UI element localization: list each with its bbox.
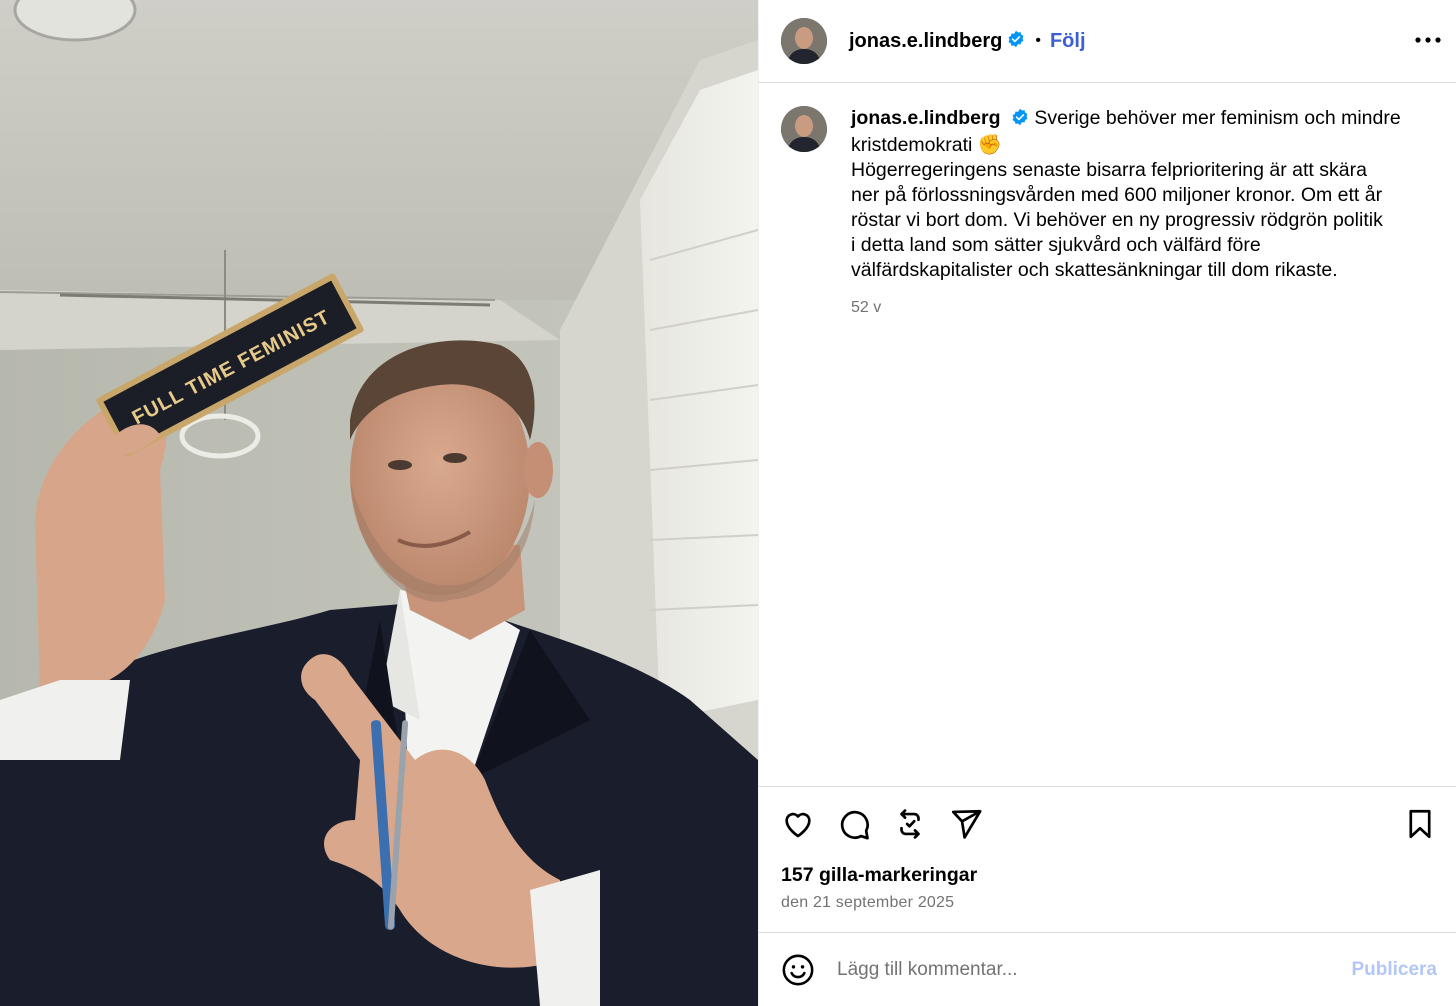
post-detail-panel: jonas.e.lindberg • Följ jonas.e.lindberg: [758, 0, 1456, 1006]
share-icon[interactable]: [949, 807, 983, 841]
caption-avatar[interactable]: [781, 106, 827, 152]
post-header: jonas.e.lindberg • Följ: [759, 0, 1456, 83]
likes-count[interactable]: 157 gilla-markeringar: [781, 864, 977, 887]
caption-text-line: röstar vi bort dom. Vi behöver en ny pro…: [851, 209, 1383, 231]
bookmark-icon[interactable]: [1403, 807, 1437, 841]
comment-bar: Publicera: [759, 932, 1456, 1006]
verified-badge-icon: [1011, 108, 1029, 133]
comment-icon[interactable]: [837, 807, 871, 841]
caption-body: jonas.e.lindberg Sverige behöver mer fem…: [851, 106, 1421, 320]
more-horizontal-icon[interactable]: [1413, 28, 1443, 52]
verified-badge-icon: [1007, 30, 1025, 53]
post-age[interactable]: 52 v: [851, 295, 1421, 320]
caption-text-line: kristdemokrati ✊: [851, 134, 1003, 156]
post-caption: jonas.e.lindberg Sverige behöver mer fem…: [781, 106, 1431, 320]
author-username[interactable]: jonas.e.lindberg: [849, 30, 1002, 53]
follow-button[interactable]: Följ: [1050, 30, 1086, 53]
emoji-icon[interactable]: [781, 953, 815, 987]
repost-icon[interactable]: [893, 807, 927, 841]
avatar[interactable]: [781, 18, 827, 64]
post-actions: 157 gilla-markeringar den 21 september 2…: [759, 786, 1456, 932]
comment-input[interactable]: [837, 958, 1317, 981]
caption-text-line: Högerregeringens senaste bisarra felprio…: [851, 159, 1367, 181]
heart-icon[interactable]: [781, 807, 815, 841]
caption-text-line: i detta land som sätter sjukvård och väl…: [851, 234, 1261, 256]
separator-dot: •: [1035, 32, 1041, 49]
caption-text-line: Sverige behöver mer feminism och mindre: [1034, 107, 1401, 129]
publish-button[interactable]: Publicera: [1351, 959, 1437, 981]
caption-text-line: välfärdskapitalister och skattesänkninga…: [851, 259, 1338, 281]
caption-username[interactable]: jonas.e.lindberg: [851, 107, 1001, 129]
post-photo[interactable]: FULL TIME FEMINIST: [0, 0, 758, 1006]
post-date: den 21 september 2025: [781, 894, 955, 911]
caption-text-line: ner på förlossningsvården med 600 miljon…: [851, 184, 1383, 206]
